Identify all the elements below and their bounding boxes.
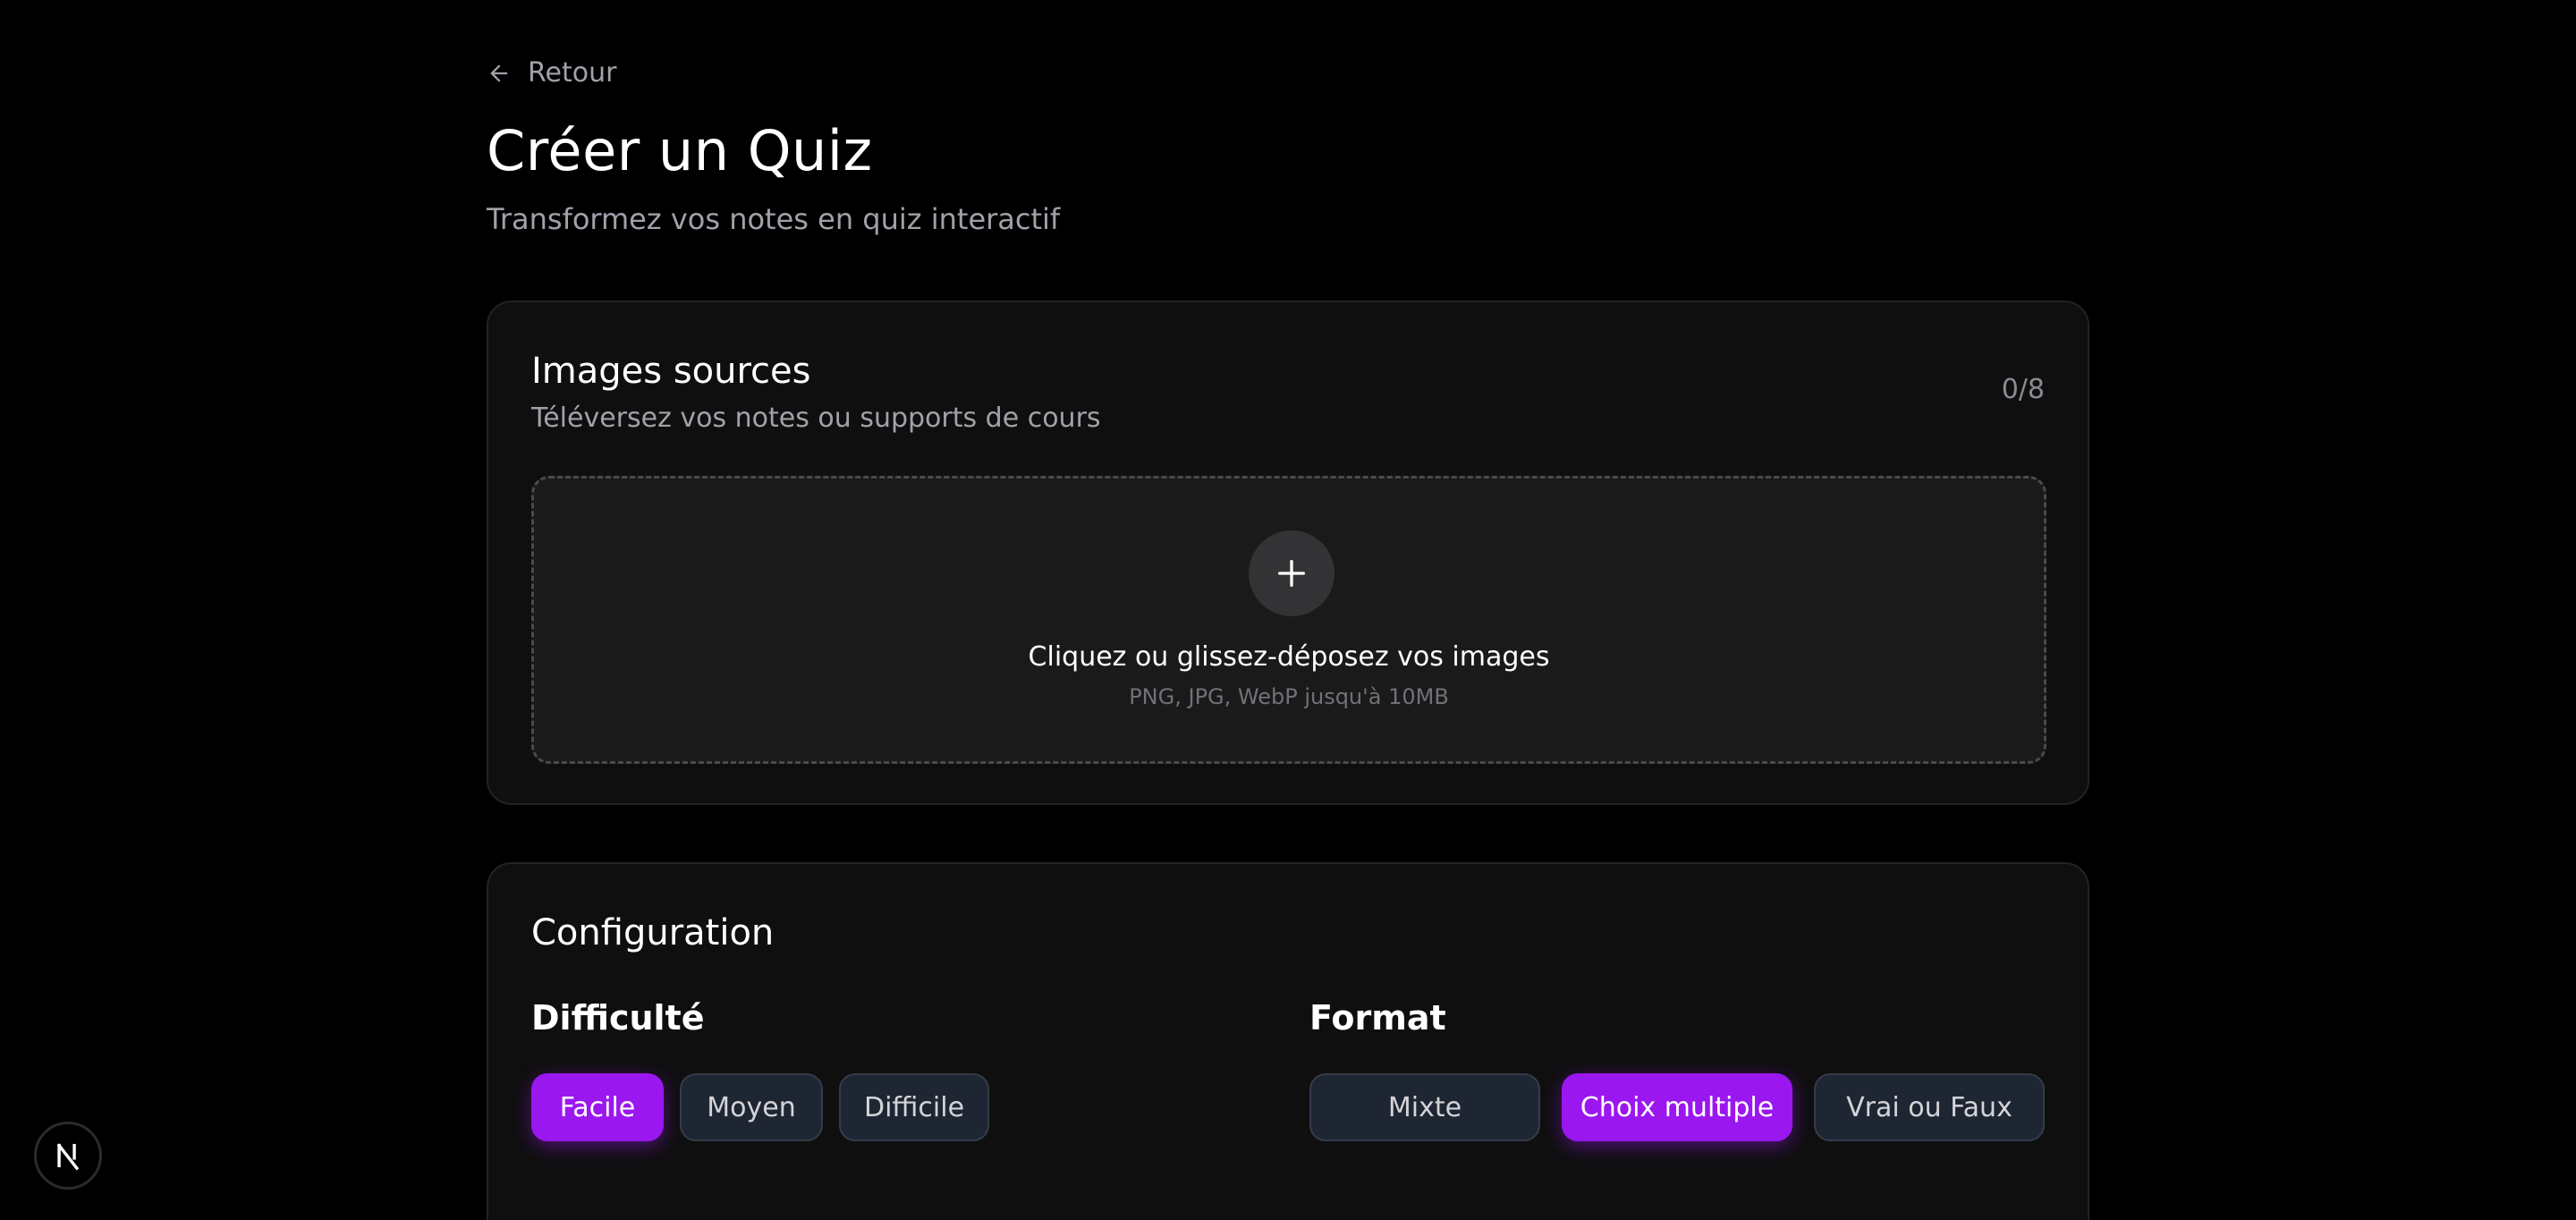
page-title: Créer un Quiz — [487, 118, 873, 183]
format-option-vrai-ou-faux[interactable]: Vrai ou Faux — [1814, 1073, 2045, 1141]
images-card-description: Téléversez vos notes ou supports de cour… — [531, 402, 1101, 434]
images-card: Images sources Téléversez vos notes ou s… — [487, 301, 2089, 805]
dropzone-text: Cliquez ou glissez-déposez vos images — [1028, 641, 1550, 673]
image-dropzone[interactable]: Cliquez ou glissez-déposez vos images PN… — [531, 476, 2046, 764]
format-option-mixte[interactable]: Mixte — [1309, 1073, 1540, 1141]
difficulty-option-moyen[interactable]: Moyen — [680, 1073, 823, 1141]
format-label: Format — [1309, 998, 1446, 1038]
dropzone-hint: PNG, JPG, WebP jusqu'à 10MB — [1129, 684, 1449, 709]
difficulty-label: Difficulté — [531, 998, 705, 1038]
page-subtitle: Transformez vos notes en quiz interactif — [487, 202, 1061, 236]
image-counter: 0/8 — [2001, 374, 2045, 405]
arrow-left-icon — [487, 61, 512, 86]
images-card-title: Images sources — [531, 351, 811, 392]
difficulty-option-facile[interactable]: Facile — [531, 1073, 664, 1141]
configuration-card: Configuration Difficulté Facile Moyen Di… — [487, 862, 2089, 1220]
back-label: Retour — [528, 57, 617, 89]
back-link[interactable]: Retour — [487, 57, 616, 89]
page: Retour Créer un Quiz Transformez vos not… — [0, 0, 2576, 1220]
format-option-choix-multiple[interactable]: Choix multiple — [1562, 1073, 1792, 1141]
nextjs-logo-icon[interactable] — [34, 1122, 102, 1190]
plus-icon[interactable] — [1249, 530, 1335, 616]
difficulty-option-difficile[interactable]: Difficile — [839, 1073, 989, 1141]
configuration-title: Configuration — [531, 912, 775, 953]
